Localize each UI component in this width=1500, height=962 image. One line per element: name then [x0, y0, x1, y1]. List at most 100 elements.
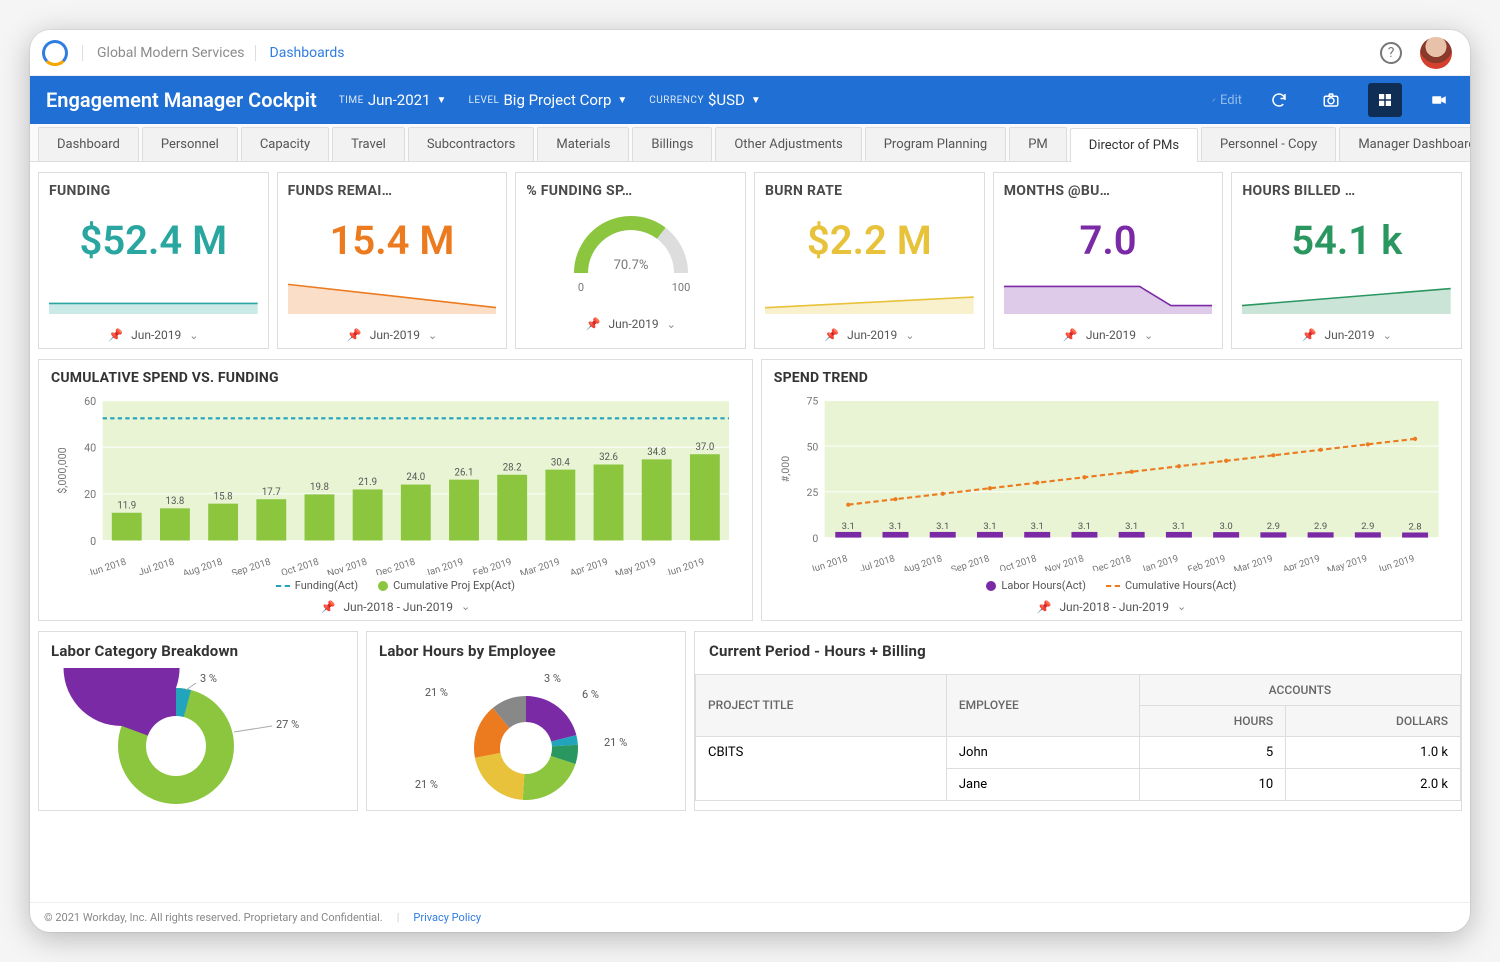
- svg-text:34.8: 34.8: [647, 447, 666, 458]
- table-row[interactable]: CBITSJohn51.0 k: [696, 736, 1461, 768]
- svg-text:25: 25: [806, 486, 818, 499]
- grid-view-button[interactable]: [1368, 83, 1402, 117]
- chevron-down-icon: ▼: [751, 95, 761, 106]
- svg-text:#,000: #,000: [779, 456, 792, 482]
- kpi-date-picker[interactable]: 📌Jun-2019⌄: [1242, 328, 1451, 342]
- tab-manager-dashboard[interactable]: Manager Dashboard: [1339, 127, 1470, 161]
- tab-director-of-pms[interactable]: Director of PMs: [1070, 128, 1198, 162]
- refresh-icon: [1270, 91, 1288, 109]
- legend-exp: Cumulative Proj Exp(Act): [378, 579, 515, 592]
- legend-cum: Cumulative Hours(Act): [1106, 579, 1236, 592]
- privacy-link[interactable]: Privacy Policy: [413, 911, 481, 924]
- chart-date-range[interactable]: 📌 Jun-2018 - Jun-2019 ⌄: [51, 600, 740, 614]
- tab-other-adjustments[interactable]: Other Adjustments: [715, 127, 861, 161]
- svg-text:Dec 2018: Dec 2018: [1091, 553, 1132, 571]
- page-title: Engagement Manager Cockpit: [46, 88, 317, 112]
- chevron-down-icon: ▼: [617, 95, 627, 106]
- legend-funding: Funding(Act): [276, 579, 358, 592]
- tab-dashboard[interactable]: Dashboard: [38, 127, 139, 161]
- card-title: CUMULATIVE SPEND VS. FUNDING: [51, 370, 740, 386]
- tab-subcontractors[interactable]: Subcontractors: [408, 127, 535, 161]
- kpi-title: HOURS BILLED …: [1242, 183, 1451, 199]
- kpi-title: BURN RATE: [765, 183, 974, 199]
- help-icon[interactable]: ?: [1380, 42, 1402, 64]
- kpi-value: $52.4 M: [49, 217, 258, 264]
- filter-level[interactable]: LEVEL Big Project Corp ▼: [468, 91, 627, 109]
- svg-text:11.9: 11.9: [117, 500, 136, 511]
- chevron-down-icon: ⌄: [461, 600, 470, 613]
- edit-button[interactable]: Edit: [1212, 85, 1242, 115]
- tab-personnel-copy[interactable]: Personnel - Copy: [1201, 127, 1336, 161]
- svg-text:May 2019: May 2019: [614, 557, 658, 575]
- kpi-date-picker[interactable]: 📌Jun-2019⌄: [49, 328, 258, 342]
- svg-text:Mar 2019: Mar 2019: [519, 557, 562, 575]
- kpi-date-picker[interactable]: 📌Jun-2019⌄: [288, 328, 497, 342]
- svg-text:Jun 2019: Jun 2019: [664, 557, 706, 575]
- kpi-date-picker[interactable]: 📌Jun-2019⌄: [526, 317, 735, 331]
- svg-text:Dec 2018: Dec 2018: [375, 557, 417, 575]
- tab-travel[interactable]: Travel: [332, 127, 405, 161]
- card-title: Labor Hours by Employee: [379, 642, 673, 660]
- camera-button[interactable]: [1316, 85, 1346, 115]
- sparkline: [1242, 278, 1451, 314]
- sparkline: [49, 278, 258, 314]
- tab-billings[interactable]: Billings: [632, 127, 712, 161]
- filter-currency-value: $USD: [708, 91, 745, 109]
- workday-logo-icon[interactable]: [42, 40, 68, 66]
- video-button[interactable]: [1424, 85, 1454, 115]
- slice-label: 6 %: [582, 688, 599, 701]
- pin-icon: 📌: [824, 328, 839, 342]
- kpi-value: $2.2 M: [765, 217, 974, 264]
- tab-pm[interactable]: PM: [1009, 127, 1067, 161]
- svg-text:13.8: 13.8: [166, 496, 185, 507]
- tenant-name: Global Modern Services: [82, 45, 245, 61]
- svg-text:37.0: 37.0: [695, 442, 714, 453]
- chevron-down-icon: ▼: [437, 95, 447, 106]
- filter-currency[interactable]: CURRENCY $USD ▼: [649, 91, 760, 109]
- slice-label: 21 %: [604, 736, 627, 749]
- card-title: Labor Category Breakdown: [51, 642, 345, 660]
- svg-text:0: 0: [812, 532, 818, 545]
- spend-trend-chart: SPEND TREND 0255075#,0003.13.13.13.13.13…: [761, 359, 1462, 621]
- svg-text:Apr 2019: Apr 2019: [569, 557, 610, 575]
- svg-text:24.0: 24.0: [406, 472, 425, 483]
- svg-text:3.1: 3.1: [983, 521, 996, 532]
- filter-time-label: TIME: [339, 95, 364, 106]
- avatar[interactable]: [1420, 37, 1452, 69]
- chevron-down-icon: ⌄: [905, 329, 914, 342]
- svg-text:Aug 2018: Aug 2018: [181, 557, 224, 575]
- kpi-value: 54.1 k: [1242, 217, 1451, 264]
- breadcrumb-dashboards[interactable]: Dashboards: [255, 45, 345, 61]
- svg-text:3.1: 3.1: [1172, 521, 1185, 532]
- tab-personnel[interactable]: Personnel: [142, 127, 238, 161]
- svg-text:2.9: 2.9: [1361, 521, 1374, 532]
- svg-text:Jan 2019: Jan 2019: [1139, 553, 1180, 571]
- svg-text:Oct 2018: Oct 2018: [998, 553, 1038, 571]
- svg-text:3.1: 3.1: [936, 521, 949, 532]
- pencil-icon: [1212, 91, 1216, 109]
- svg-text:Nov 2018: Nov 2018: [1043, 553, 1085, 571]
- filter-level-value: Big Project Corp: [503, 91, 611, 109]
- kpi-title: FUNDING: [49, 183, 258, 199]
- svg-text:2.9: 2.9: [1267, 521, 1280, 532]
- gauge-max: 100: [671, 281, 690, 294]
- svg-text:17.7: 17.7: [262, 487, 281, 498]
- tab-capacity[interactable]: Capacity: [241, 127, 329, 161]
- tab-program-planning[interactable]: Program Planning: [865, 127, 1006, 161]
- kpi-4: MONTHS @BU…7.0 📌Jun-2019⌄: [993, 172, 1224, 349]
- kpi-date: Jun-2019: [608, 317, 658, 331]
- svg-text:3.1: 3.1: [1125, 521, 1138, 532]
- chart-date-range[interactable]: 📌 Jun-2018 - Jun-2019 ⌄: [774, 600, 1449, 614]
- kpi-date-picker[interactable]: 📌 Jun-2019 ⌄: [765, 328, 974, 342]
- refresh-button[interactable]: [1264, 85, 1294, 115]
- kpi-3: BURN RATE $2.2 M 📌 Jun-2019 ⌄: [754, 172, 985, 349]
- kpi-date: Jun-2019: [847, 328, 897, 342]
- kpi-date-picker[interactable]: 📌Jun-2019⌄: [1004, 328, 1213, 342]
- svg-text:Jul 2018: Jul 2018: [858, 553, 896, 571]
- filter-time[interactable]: TIME Jun-2021 ▼: [339, 91, 447, 109]
- gauge-min: 0: [578, 281, 584, 294]
- svg-text:75: 75: [806, 395, 818, 408]
- cell-emp: John: [946, 736, 1139, 768]
- kpi-date: Jun-2019: [1324, 328, 1374, 342]
- tab-materials[interactable]: Materials: [537, 127, 629, 161]
